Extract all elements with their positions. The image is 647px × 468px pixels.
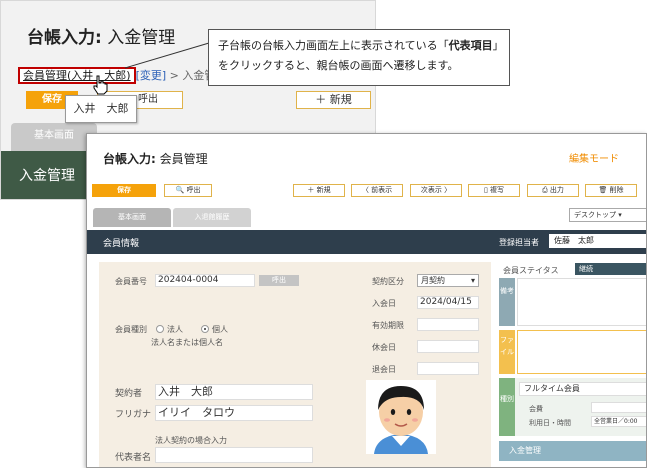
corp-hint: 法人契約の場合入力 bbox=[155, 436, 227, 445]
save-button[interactable]: 保存 bbox=[92, 184, 156, 197]
tab-entry-history[interactable]: 入退館履歴 bbox=[173, 208, 251, 227]
new-button[interactable]: ＋ 新規 bbox=[296, 91, 371, 109]
status-panel: 会員ステイタス 継続 備考 ファイル 種別 フルタイム会員 会費 利用日・時間 … bbox=[499, 262, 646, 467]
representative-label: 代表者名 bbox=[115, 453, 152, 463]
radio-individual[interactable] bbox=[201, 325, 209, 333]
section-bar: 会員情報 登録担当者 佐藤 太郎 bbox=[87, 230, 646, 254]
call-button[interactable]: 🔍 呼出 bbox=[164, 184, 212, 197]
print-button[interactable]: ⎙ 出力 bbox=[527, 184, 579, 197]
tab-basic[interactable]: 基本画面 bbox=[11, 123, 97, 151]
representative-item-link[interactable]: 会員管理(入井 大郎) bbox=[18, 67, 136, 84]
next-button[interactable]: 次表示 〉 bbox=[410, 184, 462, 197]
contract-type-label: 契約区分 bbox=[372, 277, 404, 286]
join-date-field[interactable]: 2024/04/15 bbox=[417, 296, 479, 309]
files-tab: ファイル bbox=[499, 330, 515, 374]
leave-label: 退会日 bbox=[372, 365, 396, 374]
leave-field[interactable] bbox=[417, 362, 479, 375]
suspend-label: 休会日 bbox=[372, 343, 396, 352]
parent-ledger-window: 台帳入力: 会員管理 編集モード 保存 🔍 呼出 ＋ 新規 〈 前表示 次表示 … bbox=[86, 133, 647, 468]
remarks-field[interactable] bbox=[517, 278, 646, 326]
expiry-label: 有効期限 bbox=[372, 321, 404, 330]
change-link[interactable]: [変更] bbox=[136, 69, 167, 82]
radio-corporate[interactable] bbox=[156, 325, 164, 333]
plan-select[interactable]: フルタイム会員 bbox=[519, 382, 646, 396]
copy-button[interactable]: ▯ 複写 bbox=[468, 184, 520, 197]
expiry-field[interactable] bbox=[417, 318, 479, 331]
hours-label: 利用日・時間 bbox=[529, 419, 571, 427]
representative-field[interactable] bbox=[155, 447, 313, 463]
prev-button[interactable]: 〈 前表示 bbox=[351, 184, 403, 197]
delete-button[interactable]: 🗑 削除 bbox=[585, 184, 637, 197]
staff-label: 登録担当者 bbox=[499, 238, 539, 247]
kind-tab: 種別 bbox=[499, 378, 515, 436]
files-field[interactable] bbox=[517, 330, 646, 374]
fee-field[interactable] bbox=[591, 402, 646, 413]
explanation-callout: 子台帳の台帳入力画面左上に表示されている「代表項目」をクリックすると、親台帳の画… bbox=[208, 29, 510, 86]
section-title: 会員情報 bbox=[103, 239, 140, 249]
radio-corporate-label: 法人 bbox=[167, 325, 183, 334]
page-title: 台帳入力: 会員管理 bbox=[103, 152, 208, 166]
remarks-tab: 備考 bbox=[499, 278, 515, 326]
member-photo bbox=[366, 380, 436, 454]
hours-field[interactable]: 全営業日／0:00 bbox=[591, 416, 646, 427]
section-title: 入金管理 bbox=[19, 168, 75, 184]
tab-basic[interactable]: 基本画面 bbox=[93, 208, 171, 227]
suspend-field[interactable] bbox=[417, 340, 479, 353]
fee-label: 会費 bbox=[529, 405, 543, 413]
member-call-button[interactable]: 呼出 bbox=[259, 275, 299, 286]
member-no-label: 会員番号 bbox=[115, 277, 147, 286]
chevron-down-icon: ▾ bbox=[470, 276, 475, 285]
radio-individual-label: 個人 bbox=[212, 325, 228, 334]
contractor-label: 契約者 bbox=[115, 389, 143, 399]
status-label: 会員ステイタス bbox=[503, 266, 559, 275]
hand-cursor-icon bbox=[93, 75, 108, 95]
status-select[interactable]: 継続 bbox=[575, 263, 646, 275]
type-hint: 法人名または個人名 bbox=[151, 338, 223, 347]
edit-mode-label: 編集モード bbox=[569, 154, 619, 165]
payment-section-bar: 入金管理 bbox=[499, 441, 646, 461]
tooltip: 入井 大郎 bbox=[65, 95, 137, 123]
furigana-field[interactable]: イリイ タロウ bbox=[155, 405, 313, 421]
plan-box: 種別 フルタイム会員 会費 利用日・時間 全営業日／0:00 bbox=[499, 378, 646, 436]
member-no-field[interactable]: 202404-0004 bbox=[155, 274, 255, 287]
new-button[interactable]: ＋ 新規 bbox=[293, 184, 345, 197]
contract-type-select[interactable]: 月契約 ▾ bbox=[417, 274, 479, 287]
staff-select[interactable]: 佐藤 太郎 bbox=[549, 234, 646, 248]
contractor-field[interactable]: 入井 大郎 bbox=[155, 384, 313, 400]
page-title: 台帳入力: 入金管理 bbox=[27, 28, 176, 48]
view-select[interactable]: デスクトップ ▾ bbox=[569, 208, 646, 222]
join-date-label: 入会日 bbox=[372, 299, 396, 308]
furigana-label: フリガナ bbox=[115, 410, 152, 420]
member-type-label: 会員種別 bbox=[115, 325, 147, 334]
breadcrumb: 会員管理(入井 大郎) [変更] > 入金管 bbox=[18, 67, 215, 84]
